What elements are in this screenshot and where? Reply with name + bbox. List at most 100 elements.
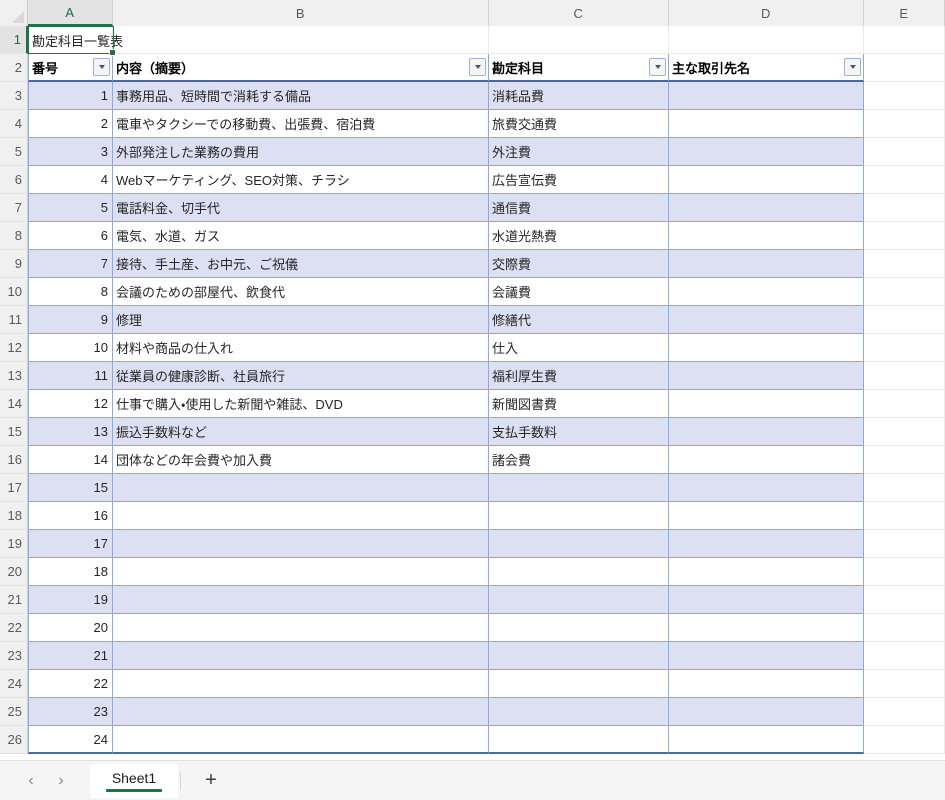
row-header-8[interactable]: 8: [0, 222, 28, 250]
cell-account-13[interactable]: 支払手数料: [489, 418, 669, 446]
cell-no-5[interactable]: 5: [28, 194, 113, 222]
cell-column-e[interactable]: [864, 26, 945, 54]
cell-account-11[interactable]: 福利厚生費: [489, 362, 669, 390]
cell-column-e[interactable]: [864, 166, 945, 194]
cell-client-22[interactable]: [669, 670, 864, 698]
cell-client-5[interactable]: [669, 194, 864, 222]
cell-no-1[interactable]: 1: [28, 82, 113, 110]
cell-client-21[interactable]: [669, 642, 864, 670]
cell-no-12[interactable]: 12: [28, 390, 113, 418]
row-header-9[interactable]: 9: [0, 250, 28, 278]
cell-no-7[interactable]: 7: [28, 250, 113, 278]
cell-desc-19[interactable]: [113, 586, 489, 614]
cell-no-6[interactable]: 6: [28, 222, 113, 250]
cell-client-6[interactable]: [669, 222, 864, 250]
cell-column-e[interactable]: [864, 446, 945, 474]
cell-account-6[interactable]: 水道光熱費: [489, 222, 669, 250]
cell-column-e[interactable]: [864, 586, 945, 614]
cell-account-16[interactable]: [489, 502, 669, 530]
cell-column-e[interactable]: [864, 222, 945, 250]
cell-column-e[interactable]: [864, 306, 945, 334]
row-header-25[interactable]: 25: [0, 698, 28, 726]
cell-desc-3[interactable]: 外部発注した業務の費用: [113, 138, 489, 166]
cell-client-24[interactable]: [669, 726, 864, 754]
cell-client-20[interactable]: [669, 614, 864, 642]
cell-column-e[interactable]: [864, 474, 945, 502]
cell-column-e[interactable]: [864, 670, 945, 698]
row-header-10[interactable]: 10: [0, 278, 28, 306]
filter-dropdown-icon[interactable]: [649, 58, 666, 76]
cell-column-e[interactable]: [864, 362, 945, 390]
row-header-19[interactable]: 19: [0, 530, 28, 558]
cell-no-20[interactable]: 20: [28, 614, 113, 642]
cell-a1[interactable]: [28, 26, 113, 54]
cell-no-24[interactable]: 24: [28, 726, 113, 754]
cell-account-17[interactable]: [489, 530, 669, 558]
cell-column-e[interactable]: [864, 698, 945, 726]
cell-client-13[interactable]: [669, 418, 864, 446]
cell-client-15[interactable]: [669, 474, 864, 502]
cell-client-8[interactable]: [669, 278, 864, 306]
row-header-13[interactable]: 13: [0, 362, 28, 390]
cell-column-e[interactable]: [864, 82, 945, 110]
cell-no-17[interactable]: 17: [28, 530, 113, 558]
cell-no-18[interactable]: 18: [28, 558, 113, 586]
cell-client-23[interactable]: [669, 698, 864, 726]
cell-desc-1[interactable]: 事務用品、短時間で消耗する備品: [113, 82, 489, 110]
row-header-14[interactable]: 14: [0, 390, 28, 418]
cell-account-9[interactable]: 修繕代: [489, 306, 669, 334]
cell-column-e[interactable]: [864, 110, 945, 138]
cell-desc-20[interactable]: [113, 614, 489, 642]
cell-no-2[interactable]: 2: [28, 110, 113, 138]
cell-column-e[interactable]: [864, 194, 945, 222]
table-header-1[interactable]: 番号: [28, 54, 113, 82]
cell-client-11[interactable]: [669, 362, 864, 390]
cell-client-14[interactable]: [669, 446, 864, 474]
cell-column-e[interactable]: [864, 138, 945, 166]
cell-column-e[interactable]: [864, 726, 945, 754]
cell-no-15[interactable]: 15: [28, 474, 113, 502]
column-header-b[interactable]: B: [113, 0, 489, 26]
cell-desc-7[interactable]: 接待、手土産、お中元、ご祝儀: [113, 250, 489, 278]
cell-column-e[interactable]: [864, 530, 945, 558]
cell-account-2[interactable]: 旅費交通費: [489, 110, 669, 138]
chevron-right-icon[interactable]: ›: [46, 766, 76, 796]
cell-desc-6[interactable]: 電気、水道、ガス: [113, 222, 489, 250]
cell-client-7[interactable]: [669, 250, 864, 278]
cell-no-22[interactable]: 22: [28, 670, 113, 698]
cell-client-4[interactable]: [669, 166, 864, 194]
cell-d1[interactable]: [669, 26, 864, 54]
column-header-d[interactable]: D: [669, 0, 864, 26]
cell-account-15[interactable]: [489, 474, 669, 502]
cell-client-2[interactable]: [669, 110, 864, 138]
cell-no-16[interactable]: 16: [28, 502, 113, 530]
cell-account-7[interactable]: 交際費: [489, 250, 669, 278]
table-header-3[interactable]: 勘定科目: [489, 54, 669, 82]
cell-account-4[interactable]: 広告宣伝費: [489, 166, 669, 194]
cell-desc-2[interactable]: 電車やタクシーでの移動費、出張費、宿泊費: [113, 110, 489, 138]
cell-account-14[interactable]: 諸会費: [489, 446, 669, 474]
row-header-21[interactable]: 21: [0, 586, 28, 614]
row-header-17[interactable]: 17: [0, 474, 28, 502]
cell-client-3[interactable]: [669, 138, 864, 166]
cell-account-24[interactable]: [489, 726, 669, 754]
cell-no-9[interactable]: 9: [28, 306, 113, 334]
row-header-12[interactable]: 12: [0, 334, 28, 362]
cell-column-e[interactable]: [864, 418, 945, 446]
cell-client-9[interactable]: [669, 306, 864, 334]
chevron-left-icon[interactable]: ‹: [16, 766, 46, 796]
sheet-tab-sheet1[interactable]: Sheet1: [90, 763, 178, 798]
cell-account-10[interactable]: 仕入: [489, 334, 669, 362]
cell-column-e[interactable]: [864, 334, 945, 362]
cell-client-1[interactable]: [669, 82, 864, 110]
cell-desc-23[interactable]: [113, 698, 489, 726]
row-header-20[interactable]: 20: [0, 558, 28, 586]
row-header-4[interactable]: 4: [0, 110, 28, 138]
cell-desc-16[interactable]: [113, 502, 489, 530]
select-all-corner[interactable]: [0, 0, 28, 26]
cell-account-1[interactable]: 消耗品費: [489, 82, 669, 110]
row-header-3[interactable]: 3: [0, 82, 28, 110]
filter-dropdown-icon[interactable]: [93, 58, 110, 76]
cell-no-11[interactable]: 11: [28, 362, 113, 390]
row-header-22[interactable]: 22: [0, 614, 28, 642]
